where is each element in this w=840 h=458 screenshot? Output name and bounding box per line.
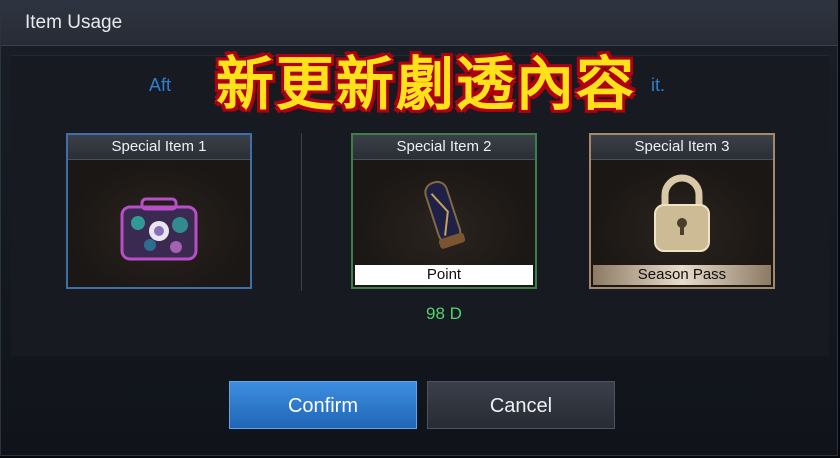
promo-banner-overlay: 新更新劇透內容 xyxy=(214,49,636,120)
special-item-card-1[interactable]: Special Item 1 xyxy=(66,133,252,289)
special-item-card-2[interactable]: Special Item 2 Point xyxy=(351,133,537,289)
card-header: Special Item 3 xyxy=(591,135,773,160)
card-header: Special Item 2 xyxy=(353,135,535,160)
special-item-card-3[interactable]: Special Item 3 Season Pass xyxy=(589,133,775,289)
card-art xyxy=(68,161,250,287)
treasure-chest-icon xyxy=(120,197,198,261)
cancel-button[interactable]: Cancel xyxy=(427,381,615,429)
item-price: 98 D xyxy=(426,304,462,323)
card-header: Special Item 1 xyxy=(68,135,250,160)
item-usage-dialog: Item Usage Aft it. Special Item 1 Specia… xyxy=(0,0,838,456)
card-footer-point: Point xyxy=(355,265,533,285)
card-footer-season-pass: Season Pass xyxy=(593,265,771,285)
dialog-title: Item Usage xyxy=(25,12,123,33)
confirm-button[interactable]: Confirm xyxy=(229,381,417,429)
divider xyxy=(301,133,302,291)
scroll-vial-icon xyxy=(424,180,466,249)
padlock-icon xyxy=(654,174,710,252)
